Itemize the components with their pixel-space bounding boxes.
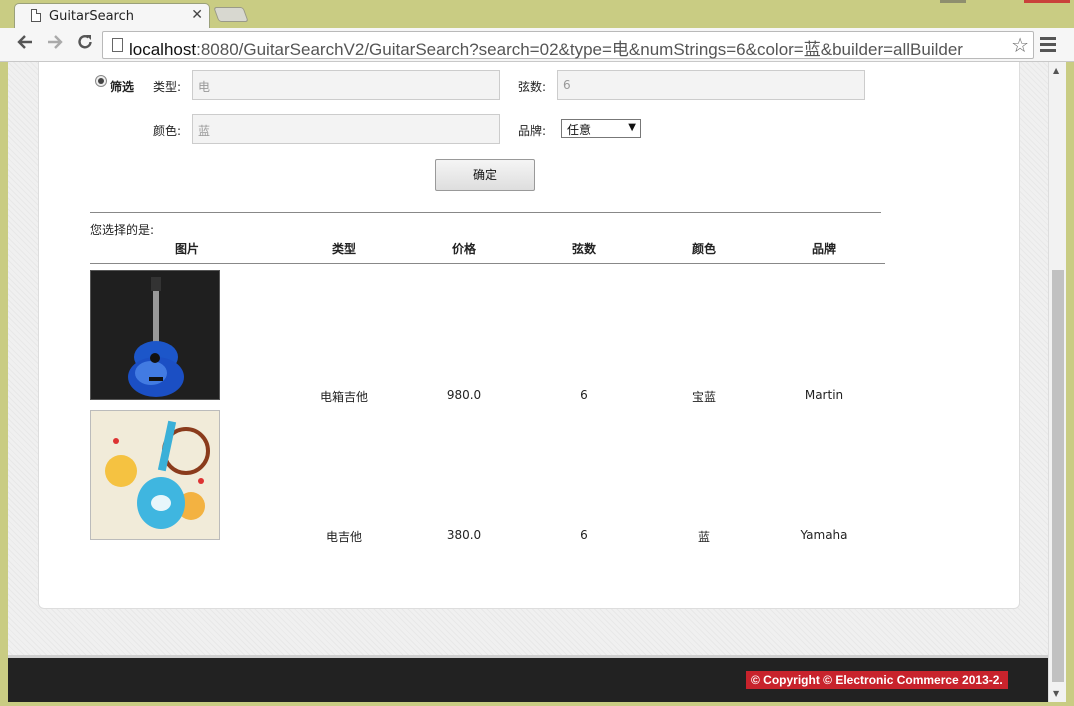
header-strings: 弦数 <box>571 242 596 256</box>
guitar-image[interactable] <box>90 410 220 540</box>
row-strings: 6 <box>580 528 588 542</box>
divider <box>90 263 885 264</box>
brand-label: 品牌: <box>518 124 547 138</box>
browser-tab[interactable]: GuitarSearch ✕ <box>14 3 210 28</box>
row-price: 380.0 <box>446 528 482 542</box>
tab-title: GuitarSearch <box>49 9 134 24</box>
header-brand: 品牌 <box>811 242 836 256</box>
header-color: 颜色 <box>691 242 716 256</box>
divider <box>90 212 881 213</box>
guitar-image[interactable] <box>90 270 220 400</box>
page-footer: © Copyright © Electronic Commerce 2013-2… <box>8 655 1048 702</box>
type-field[interactable]: 电 <box>192 70 500 100</box>
vertical-scrollbar[interactable]: ▲ ▼ <box>1048 62 1066 702</box>
row-price: 980.0 <box>446 388 482 402</box>
close-tab-icon[interactable]: ✕ <box>191 7 203 23</box>
scrollbar-thumb[interactable] <box>1052 270 1064 682</box>
row-color: 蓝 <box>697 530 710 544</box>
page-icon <box>112 38 123 52</box>
scroll-up-icon[interactable]: ▲ <box>1053 66 1059 75</box>
filter-radio-label: 筛选 <box>110 80 135 94</box>
row-strings: 6 <box>580 388 588 402</box>
confirm-button[interactable]: 确定 <box>435 159 535 191</box>
color-field[interactable]: 蓝 <box>192 114 500 144</box>
brand-select-value: 任意 <box>567 123 592 137</box>
selection-label: 您选择的是: <box>90 223 155 237</box>
url-text: localhost:8080/GuitarSearchV2/GuitarSear… <box>129 40 963 59</box>
row-brand: Martin <box>804 388 844 402</box>
page-viewport: 筛选 类型: 电 弦数: 6 颜色: 蓝 品牌: 任意 ▼ 确定 您选择的是: … <box>8 62 1048 702</box>
header-price: 价格 <box>451 242 476 256</box>
filter-radio[interactable] <box>95 75 107 87</box>
minimize-button[interactable] <box>940 0 966 3</box>
brand-select[interactable]: 任意 ▼ <box>561 119 641 138</box>
header-image: 图片 <box>174 242 199 256</box>
new-tab-button[interactable] <box>213 7 249 22</box>
row-type: 电吉他 <box>325 530 362 544</box>
color-label: 颜色: <box>153 124 182 138</box>
strings-field[interactable]: 6 <box>557 70 865 100</box>
star-icon[interactable]: ☆ <box>1011 33 1029 57</box>
scroll-down-icon[interactable]: ▼ <box>1053 689 1059 698</box>
reload-icon[interactable] <box>74 33 96 55</box>
row-brand: Yamaha <box>800 528 848 542</box>
row-color: 宝蓝 <box>691 390 716 404</box>
browser-titlebar: GuitarSearch ✕ <box>0 0 1074 28</box>
header-type: 类型 <box>331 242 356 256</box>
chevron-down-icon: ▼ <box>628 122 636 133</box>
copyright-notice: © Copyright © Electronic Commerce 2013-2… <box>746 671 1008 689</box>
address-bar[interactable]: localhost:8080/GuitarSearchV2/GuitarSear… <box>102 31 1034 59</box>
page-icon <box>31 9 41 22</box>
forward-icon[interactable] <box>44 33 66 55</box>
back-icon[interactable] <box>14 33 36 55</box>
window-close-button[interactable] <box>1024 0 1070 3</box>
browser-toolbar: localhost:8080/GuitarSearchV2/GuitarSear… <box>0 28 1074 62</box>
menu-icon[interactable] <box>1040 34 1056 54</box>
type-label: 类型: <box>153 80 182 94</box>
strings-label: 弦数: <box>518 80 547 94</box>
row-type: 电箱吉他 <box>319 390 368 404</box>
content-panel: 筛选 类型: 电 弦数: 6 颜色: 蓝 品牌: 任意 ▼ 确定 您选择的是: … <box>38 62 1020 609</box>
